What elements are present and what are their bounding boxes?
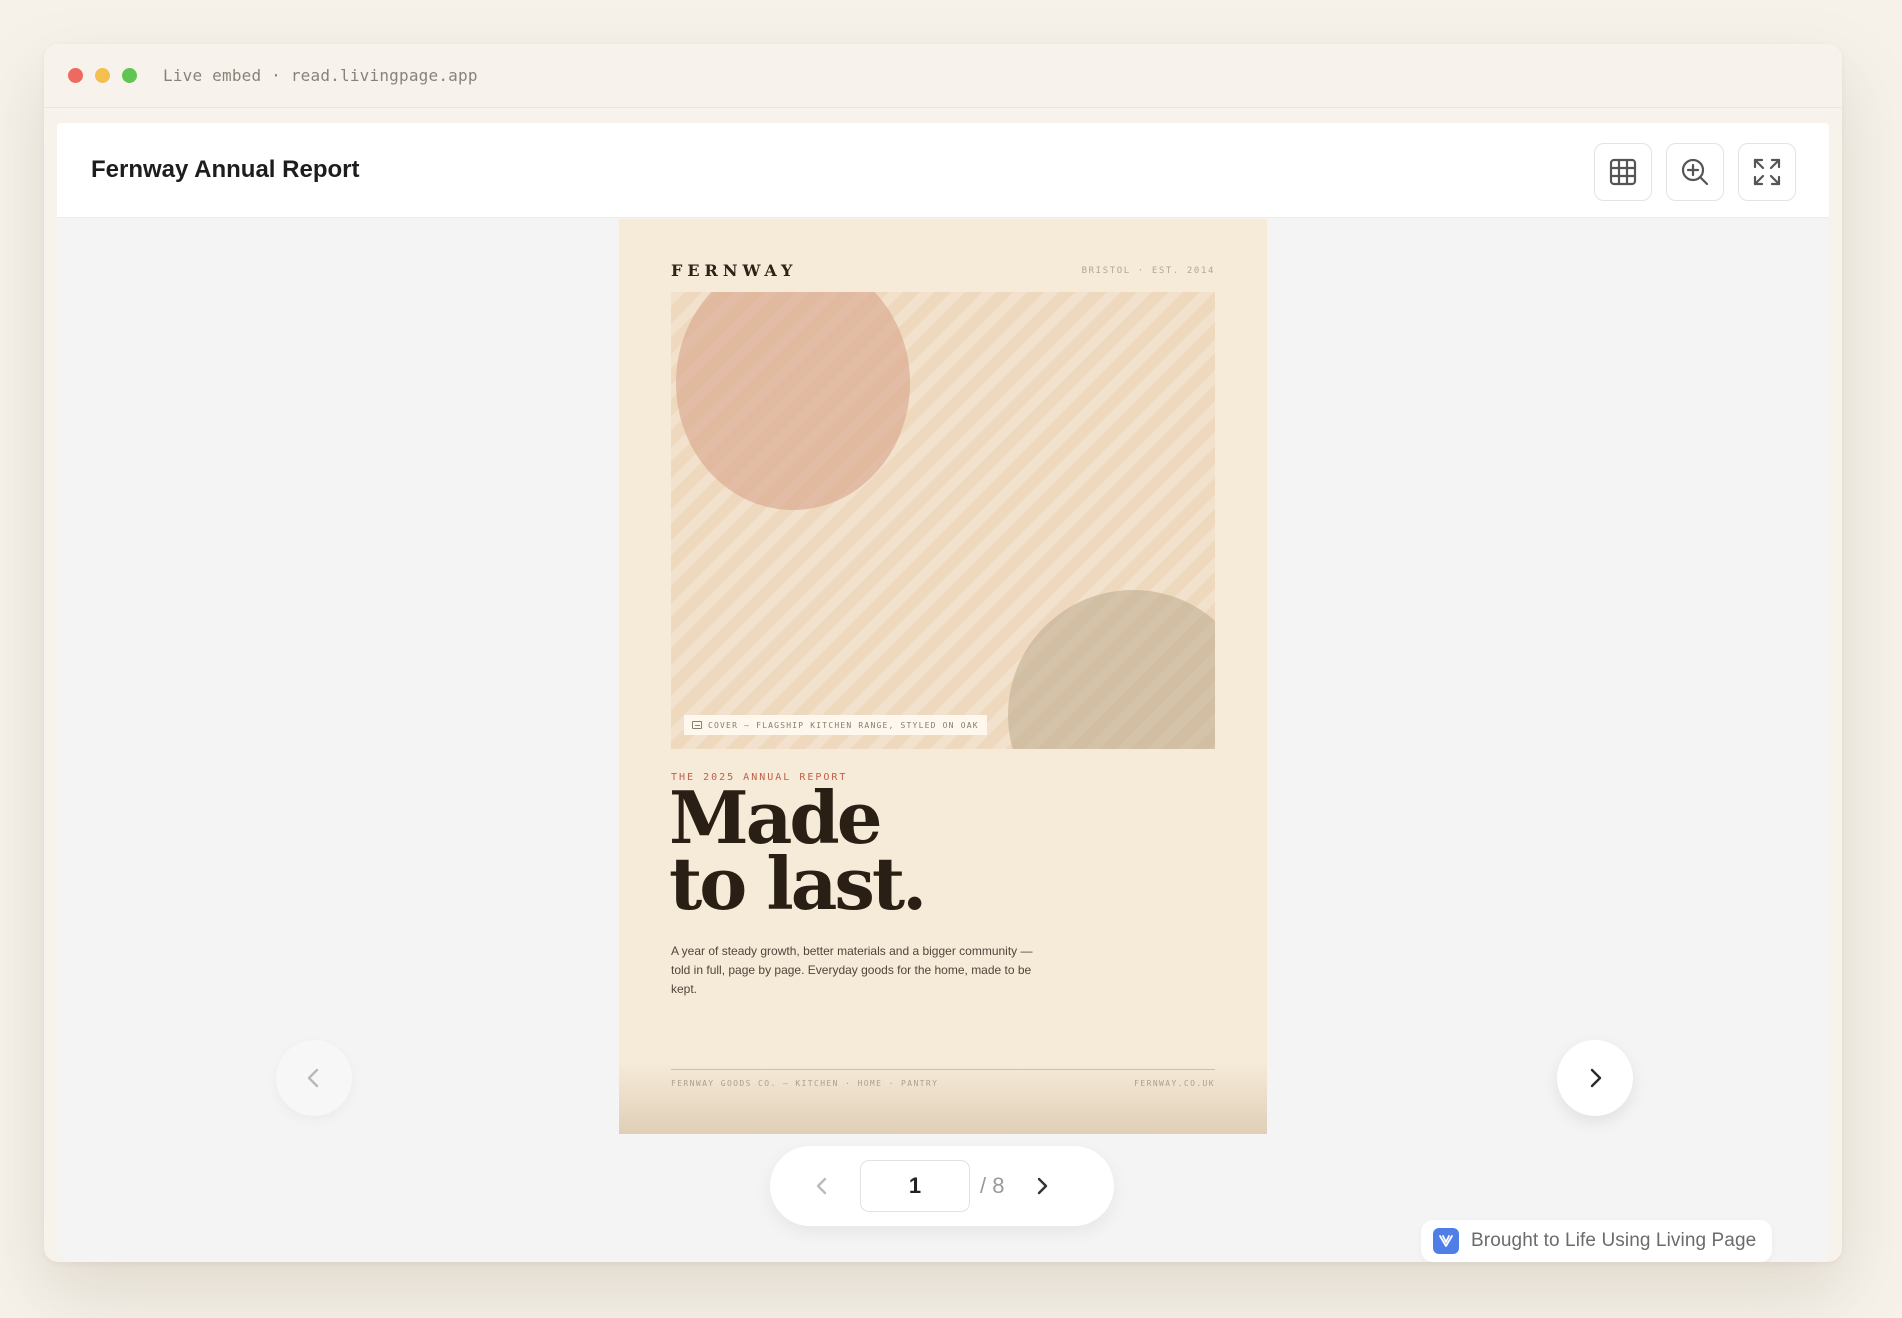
page-footer-left: FERNWAY GOODS CO. — KITCHEN · HOME · PAN… — [671, 1079, 939, 1088]
page-navigator: / 8 — [770, 1146, 1114, 1226]
page-number-input[interactable] — [860, 1160, 970, 1212]
page-brand-meta: BRISTOL · EST. 2014 — [1081, 266, 1215, 276]
living-page-logo-icon — [1433, 1228, 1459, 1254]
zoom-in-icon — [1681, 158, 1709, 186]
flipbook-viewer: Fernway Annual Report FERNWAY BRISTOL · … — [57, 123, 1829, 1262]
window-titlebar: Live embed · read.livingpage.app — [44, 44, 1842, 108]
cover-circle-bottom — [1008, 590, 1215, 749]
living-page-badge[interactable]: Brought to Life Using Living Page — [1421, 1220, 1773, 1262]
chevron-right-icon — [1590, 1068, 1602, 1088]
fullscreen-button[interactable] — [1738, 143, 1796, 201]
grid-view-icon — [1609, 158, 1637, 186]
page-footer-right: FERNWAY.CO.UK — [1134, 1079, 1215, 1088]
page-headline: Made to last. — [669, 782, 927, 926]
pager-previous-button[interactable] — [802, 1166, 842, 1206]
chevron-left-icon — [816, 1177, 827, 1195]
next-page-button[interactable] — [1557, 1040, 1633, 1116]
pager-next-button[interactable] — [1022, 1166, 1062, 1206]
cover-caption-text: COVER — FLAGSHIP KITCHEN RANGE, STYLED O… — [708, 720, 979, 730]
chevron-right-icon — [1038, 1177, 1048, 1195]
headline-line-2: to last. — [669, 841, 927, 926]
document-title: Fernway Annual Report — [91, 156, 360, 183]
previous-page-button[interactable] — [276, 1040, 352, 1116]
fullscreen-icon — [1753, 158, 1781, 186]
cover-caption: COVER — FLAGSHIP KITCHEN RANGE, STYLED O… — [684, 715, 987, 735]
cover-image: COVER — FLAGSHIP KITCHEN RANGE, STYLED O… — [671, 292, 1215, 749]
maximize-window-dot[interactable] — [122, 68, 137, 83]
grid-view-button[interactable] — [1594, 143, 1652, 201]
footer-divider — [671, 1069, 1215, 1070]
page-brand: FERNWAY — [671, 261, 798, 280]
viewer-header: Fernway Annual Report — [57, 123, 1829, 218]
page-blurb: A year of steady growth, better material… — [671, 944, 1033, 996]
chevron-left-icon — [307, 1068, 319, 1088]
page-total: / 8 — [980, 1173, 1005, 1198]
cover-circle-top — [676, 292, 910, 510]
minimize-window-dot[interactable] — [95, 68, 110, 83]
embed-url: Live embed · read.livingpage.app — [163, 66, 478, 85]
close-window-dot[interactable] — [68, 68, 83, 83]
viewer-toolbar — [1594, 143, 1796, 201]
image-icon — [692, 721, 702, 729]
document-page: FERNWAY BRISTOL · EST. 2014 COVER — FLAG… — [619, 219, 1267, 1134]
zoom-in-button[interactable] — [1666, 143, 1724, 201]
browser-window: Live embed · read.livingpage.app Fernway… — [44, 44, 1842, 1262]
badge-label: Brought to Life Using Living Page — [1471, 1230, 1757, 1251]
